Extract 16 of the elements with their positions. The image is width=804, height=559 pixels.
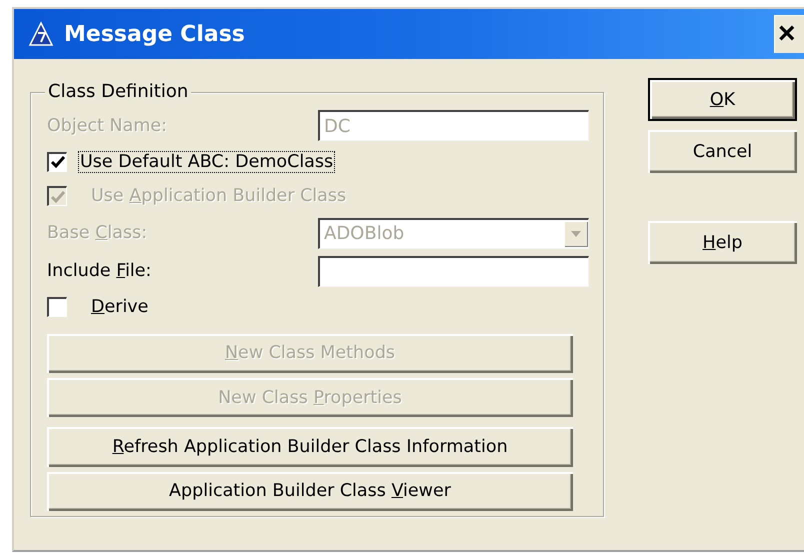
close-button[interactable]: × <box>774 15 804 53</box>
checkbox-label[interactable]: Derive <box>90 297 150 318</box>
dialog-button[interactable]: OK <box>648 78 797 121</box>
input-field[interactable] <box>318 256 589 287</box>
field-label: Object Name: <box>47 116 168 136</box>
dialog-button[interactable]: Help <box>648 221 797 264</box>
checkbox[interactable] <box>47 297 67 318</box>
checkbox-label[interactable]: Use Default ABC: DemoClass <box>79 152 334 172</box>
dialog-button[interactable]: Cancel <box>648 130 797 173</box>
field-label: Base Class: <box>47 223 148 243</box>
checkbox[interactable] <box>47 152 67 172</box>
push-button[interactable]: Refresh Application Builder Class Information <box>47 427 573 467</box>
field-label: Include File: <box>47 261 152 282</box>
app-icon <box>28 21 54 47</box>
window-title: Message Class <box>64 22 246 46</box>
push-button[interactable]: Application Builder Class Viewer <box>47 472 573 512</box>
